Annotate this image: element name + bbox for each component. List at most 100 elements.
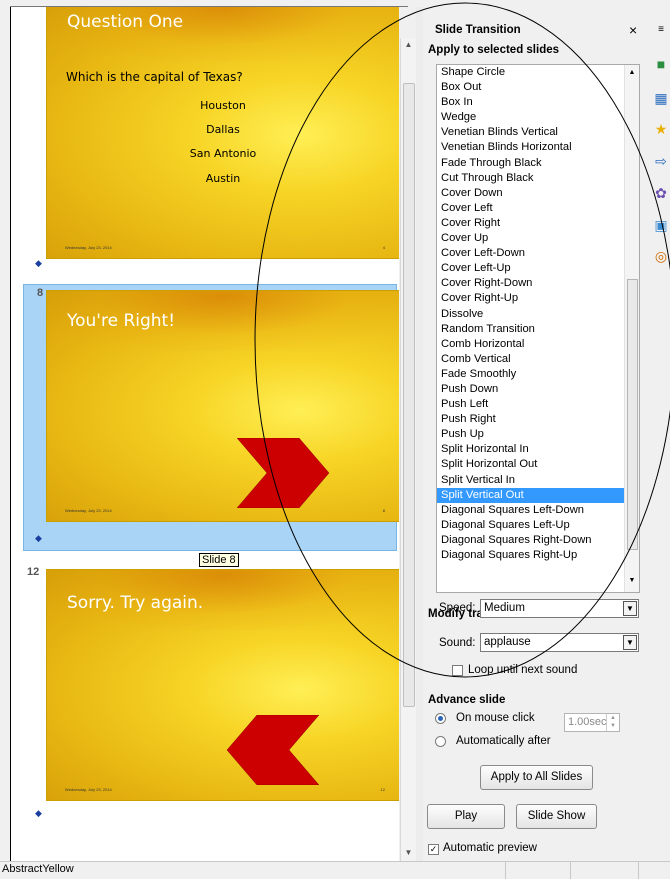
transition-list-item[interactable]: Cover Right-Down — [437, 276, 639, 291]
transition-indicator-icon: ◆ — [35, 258, 42, 268]
transition-list-item[interactable]: Fade Smoothly — [437, 367, 639, 382]
transition-list-item[interactable]: Push Down — [437, 382, 639, 397]
slide-sorter[interactable]: Question One Which is the capital of Tex… — [10, 7, 399, 861]
slide-footer-date: Wednesday, July 23, 2014 — [65, 787, 112, 792]
transition-list-item[interactable]: Venetian Blinds Vertical — [437, 125, 639, 140]
transition-list-item[interactable]: Split Vertical Out — [437, 487, 639, 503]
status-divider — [505, 862, 506, 879]
transition-list-item[interactable]: Cover Left-Down — [437, 246, 639, 261]
automatic-preview-checkbox[interactable]: ✓ — [428, 844, 439, 855]
transition-list-item[interactable]: Wedge — [437, 110, 639, 125]
sidebar-toolbar: ≡ ■ ▦ ★ ⇨ ✿ ▣ ◎ — [653, 20, 670, 861]
scrollbar-thumb[interactable] — [627, 279, 638, 550]
transition-list-item[interactable]: Cover Down — [437, 186, 639, 201]
table-design-icon[interactable]: ▦ — [653, 90, 669, 106]
transition-list-item[interactable]: Diagonal Squares Left-Up — [437, 518, 639, 533]
slide-thumbnail-8[interactable]: You're Right! Wednesday, July 23, 2014 8 — [46, 290, 399, 522]
slide-footer-date: Wednesday, July 23, 2014 — [65, 245, 112, 250]
transition-list-item[interactable]: Box Out — [437, 80, 639, 95]
play-button[interactable]: Play — [427, 804, 505, 829]
apply-section-heading: Apply to selected slides — [428, 44, 560, 56]
navigator-icon[interactable]: ◎ — [653, 248, 669, 264]
slide-sorter-scrollbar[interactable]: ▲ ▼ — [400, 38, 416, 861]
speed-label: Speed: — [439, 602, 476, 614]
transition-list-item[interactable]: Box In — [437, 95, 639, 110]
transition-list-item[interactable]: Diagonal Squares Right-Up — [437, 548, 639, 563]
advance-section-heading: Advance slide — [428, 694, 506, 706]
slide-page-number: 8 — [382, 508, 385, 513]
scroll-up-arrow-icon[interactable]: ▲ — [401, 40, 416, 49]
answer-4: Austin — [205, 172, 241, 185]
automatically-after-radio[interactable] — [435, 736, 446, 747]
chevron-down-icon[interactable]: ▼ — [623, 635, 637, 650]
transition-list-item[interactable]: Push Up — [437, 427, 639, 442]
sound-select[interactable]: applause ▼ — [480, 633, 639, 652]
transition-list-item[interactable]: Split Vertical In — [437, 473, 639, 488]
transition-list-item[interactable]: Cover Left-Up — [437, 261, 639, 276]
transition-list-item[interactable]: Split Horizontal In — [437, 442, 639, 457]
status-master-name: AbstractYellow — [2, 863, 74, 875]
pane-splitter[interactable] — [416, 7, 423, 861]
transition-list-item[interactable]: Comb Horizontal — [437, 337, 639, 352]
slide-page-number: 12 — [380, 787, 385, 792]
on-mouse-click-label: On mouse click — [456, 712, 535, 724]
answer-2: Dallas — [206, 123, 240, 136]
loop-checkbox[interactable] — [452, 665, 463, 676]
transition-list-scrollbar[interactable]: ▲ ▼ — [624, 65, 639, 592]
slide-title: Sorry. Try again. — [67, 593, 204, 613]
transition-list-item[interactable]: Push Right — [437, 412, 639, 427]
on-mouse-click-radio[interactable] — [435, 713, 446, 724]
scroll-down-arrow-icon[interactable]: ▼ — [401, 848, 416, 857]
sound-label: Sound: — [439, 637, 476, 649]
slide-tooltip: Slide 8 — [199, 553, 239, 567]
auto-time-spinner[interactable]: 1.00sec ▲ ▼ — [564, 713, 620, 732]
transition-indicator-icon: ◆ — [35, 808, 42, 818]
transition-list-item[interactable]: Comb Vertical — [437, 352, 639, 367]
transition-list-item[interactable]: Dissolve — [437, 307, 639, 322]
transition-list-item[interactable]: Shape Circle — [437, 65, 639, 80]
transition-list-item[interactable]: Cover Right — [437, 216, 639, 231]
transition-list-item[interactable]: Split Horizontal Out — [437, 457, 639, 472]
star-animation-icon[interactable]: ★ — [653, 121, 669, 137]
speed-value: Medium — [484, 602, 525, 614]
left-arrow-shape — [227, 715, 320, 785]
transition-list-item[interactable]: Push Left — [437, 397, 639, 412]
transition-list-item[interactable]: Venetian Blinds Horizontal — [437, 140, 639, 155]
scrollbar-thumb[interactable] — [403, 83, 415, 707]
transition-list-item[interactable]: Cover Up — [437, 231, 639, 246]
transition-list[interactable]: Shape Circle Box Out Box In Wedge Venetian B… — [436, 64, 640, 593]
automatically-after-label: Automatically after — [456, 735, 551, 747]
close-icon[interactable]: × — [629, 22, 637, 38]
slide-thumbnail-4[interactable]: Question One Which is the capital of Tex… — [46, 7, 399, 259]
status-divider — [638, 862, 639, 879]
layouts-icon[interactable]: ■ — [653, 56, 669, 72]
slide-show-button[interactable]: Slide Show — [516, 804, 597, 829]
styles-icon[interactable]: ✿ — [653, 185, 669, 201]
slide-title: Question One — [67, 12, 184, 32]
gallery-icon[interactable]: ▣ — [653, 217, 669, 233]
slide-title: You're Right! — [67, 311, 176, 331]
slide-transition-icon[interactable]: ⇨ — [653, 153, 669, 169]
loop-label: Loop until next sound — [468, 664, 578, 676]
right-arrow-shape — [237, 438, 330, 508]
scroll-down-arrow-icon[interactable]: ▼ — [625, 577, 639, 584]
answer-3: San Antonio — [189, 147, 257, 160]
pane-menu-icon[interactable]: ≡ — [653, 22, 669, 38]
chevron-down-icon[interactable]: ▼ — [623, 601, 637, 616]
transition-list-item[interactable]: Cover Right-Up — [437, 291, 639, 306]
slide-thumbnail-12[interactable]: Sorry. Try again. Wednesday, July 23, 20… — [46, 569, 399, 801]
transition-list-item[interactable]: Cut Through Black — [437, 171, 639, 186]
scroll-up-arrow-icon[interactable]: ▲ — [625, 69, 639, 76]
apply-to-all-slides-button[interactable]: Apply to All Slides — [480, 765, 593, 790]
transition-list-item[interactable]: Fade Through Black — [437, 156, 639, 171]
automatic-preview-label: Automatic preview — [443, 842, 537, 854]
spin-arrows-icon[interactable]: ▲ ▼ — [606, 714, 619, 731]
pane-title: Slide Transition — [435, 24, 521, 36]
speed-select[interactable]: Medium ▼ — [480, 599, 639, 618]
slide-footer-date: Wednesday, July 23, 2014 — [65, 508, 112, 513]
transition-list-item[interactable]: Random Transition — [437, 322, 639, 337]
slide-page-number: 4 — [382, 245, 385, 250]
transition-list-item[interactable]: Cover Left — [437, 201, 639, 216]
transition-list-item[interactable]: Diagonal Squares Left-Down — [437, 503, 639, 518]
transition-list-item[interactable]: Diagonal Squares Right-Down — [437, 533, 639, 548]
